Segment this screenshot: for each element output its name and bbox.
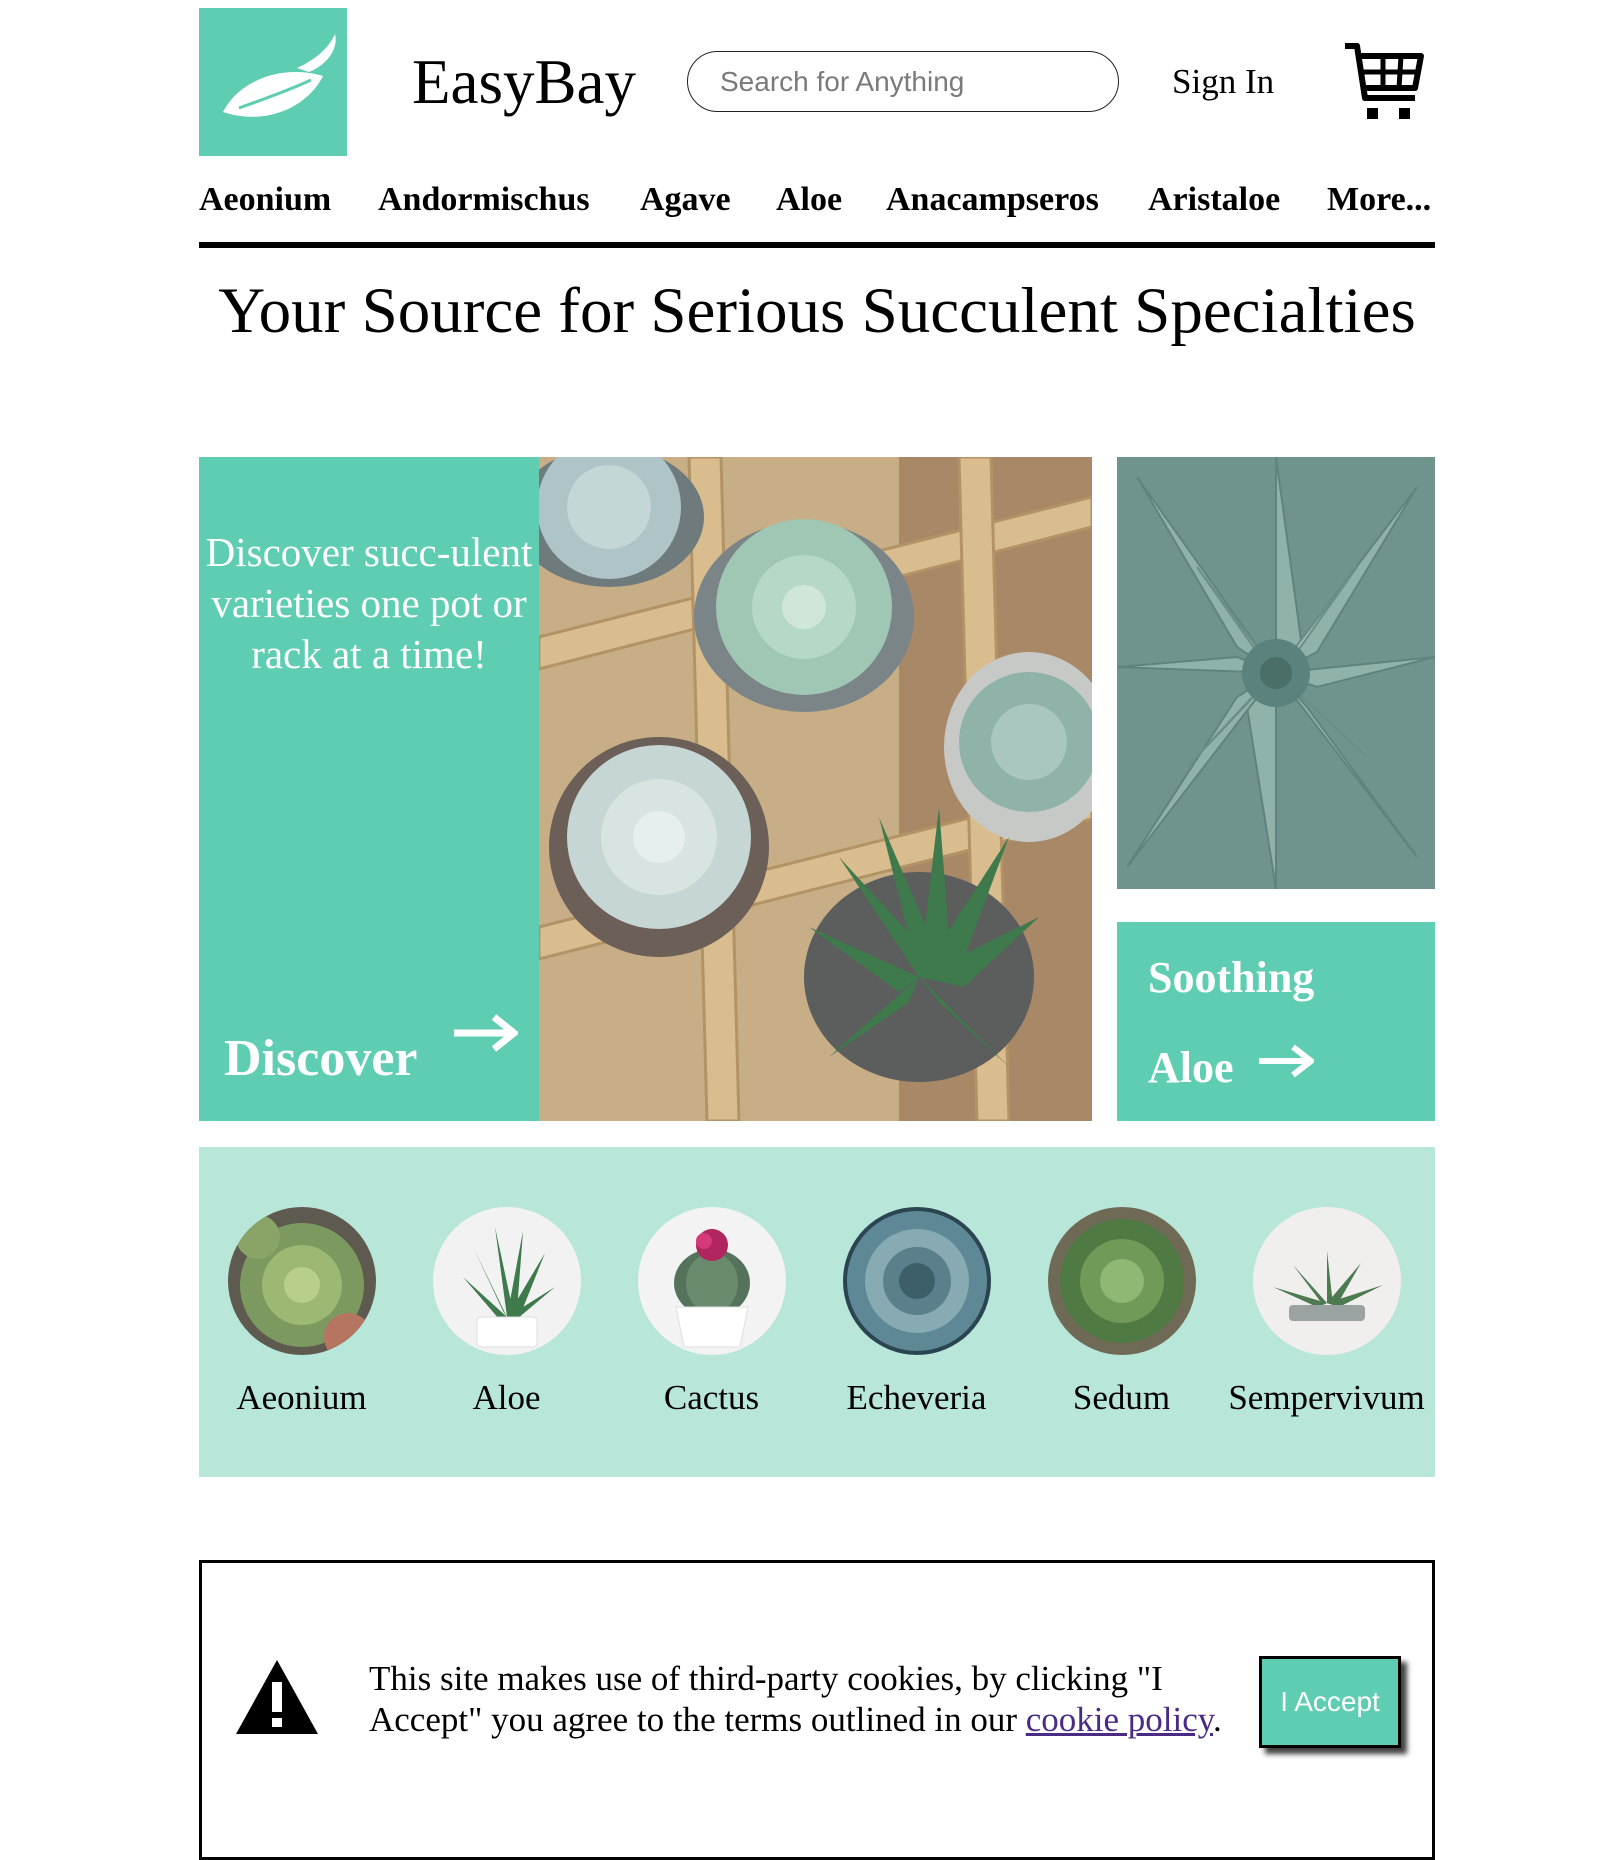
nav-item-aristaloe[interactable]: Aristaloe: [1148, 178, 1280, 222]
brand-name[interactable]: EasyBay: [412, 44, 636, 120]
discover-blurb: Discover succ-ulent varieties one pot or…: [205, 529, 533, 677]
cart-icon[interactable]: [1343, 40, 1425, 124]
nav-item-andormischus[interactable]: Andormischus: [378, 178, 590, 222]
category-label: Aeonium: [236, 1378, 367, 1417]
aloe-thumbnail: [432, 1207, 581, 1355]
page-title: Your Source for Serious Succulent Specia…: [218, 275, 1416, 347]
nav-item-aeonium[interactable]: Aeonium: [199, 178, 331, 222]
cookie-message: This site makes use of third-party cooki…: [369, 1658, 1269, 1740]
aloe-panel-line2: Aloe: [1148, 1043, 1234, 1092]
arrow-right-icon: [1259, 1044, 1314, 1078]
sign-in-link[interactable]: Sign In: [1172, 60, 1274, 104]
category-sedum[interactable]: Sedum: [1019, 1207, 1224, 1419]
cookie-banner: This site makes use of third-party cooki…: [199, 1560, 1435, 1860]
category-echeveria[interactable]: Echeveria: [814, 1207, 1019, 1419]
search-input[interactable]: [687, 51, 1119, 112]
aeonium-thumbnail: [227, 1207, 376, 1355]
category-label: Aloe: [472, 1378, 541, 1417]
category-label: Sedum: [1072, 1378, 1171, 1417]
cactus-thumbnail: [637, 1207, 786, 1355]
sempervivum-thumbnail: [1252, 1207, 1401, 1355]
accept-cookies-button[interactable]: I Accept: [1259, 1656, 1401, 1748]
agave-photo: [1117, 457, 1435, 889]
leaf-logo-icon[interactable]: [199, 8, 347, 156]
cookie-period: .: [1213, 1700, 1222, 1739]
nav-item-more[interactable]: More...: [1327, 178, 1431, 222]
warning-icon: [236, 1660, 318, 1734]
aloe-panel-line1: Soothing: [1148, 953, 1315, 1002]
category-aloe[interactable]: Aloe: [404, 1207, 609, 1419]
category-label: Sempervivum: [1228, 1378, 1425, 1417]
discover-link[interactable]: Discover: [224, 1027, 417, 1091]
sedum-thumbnail: [1047, 1207, 1196, 1355]
nav-item-aloe[interactable]: Aloe: [776, 178, 842, 222]
category-cactus[interactable]: Cactus: [609, 1207, 814, 1419]
soothing-aloe-link[interactable]: Soothing Aloe: [1117, 922, 1435, 1121]
category-aeonium[interactable]: Aeonium: [199, 1207, 404, 1419]
succulent-rack-photo: [539, 457, 1092, 1121]
category-label: Echeveria: [846, 1378, 987, 1417]
nav-item-anacampseros[interactable]: Anacampseros: [886, 178, 1099, 222]
cookie-policy-link[interactable]: cookie policy: [1026, 1700, 1213, 1739]
discover-panel: Discover succ-ulent varieties one pot or…: [199, 457, 539, 1121]
echeveria-thumbnail: [842, 1207, 991, 1355]
nav-item-agave[interactable]: Agave: [640, 178, 731, 222]
category-label: Cactus: [663, 1378, 760, 1417]
category-strip: Aeonium Aloe Cactus Echeveria Sedum Semp…: [199, 1147, 1435, 1477]
category-sempervivum[interactable]: Sempervivum: [1224, 1207, 1429, 1419]
arrow-right-icon[interactable]: [452, 1013, 518, 1053]
nav-divider: [199, 242, 1435, 248]
